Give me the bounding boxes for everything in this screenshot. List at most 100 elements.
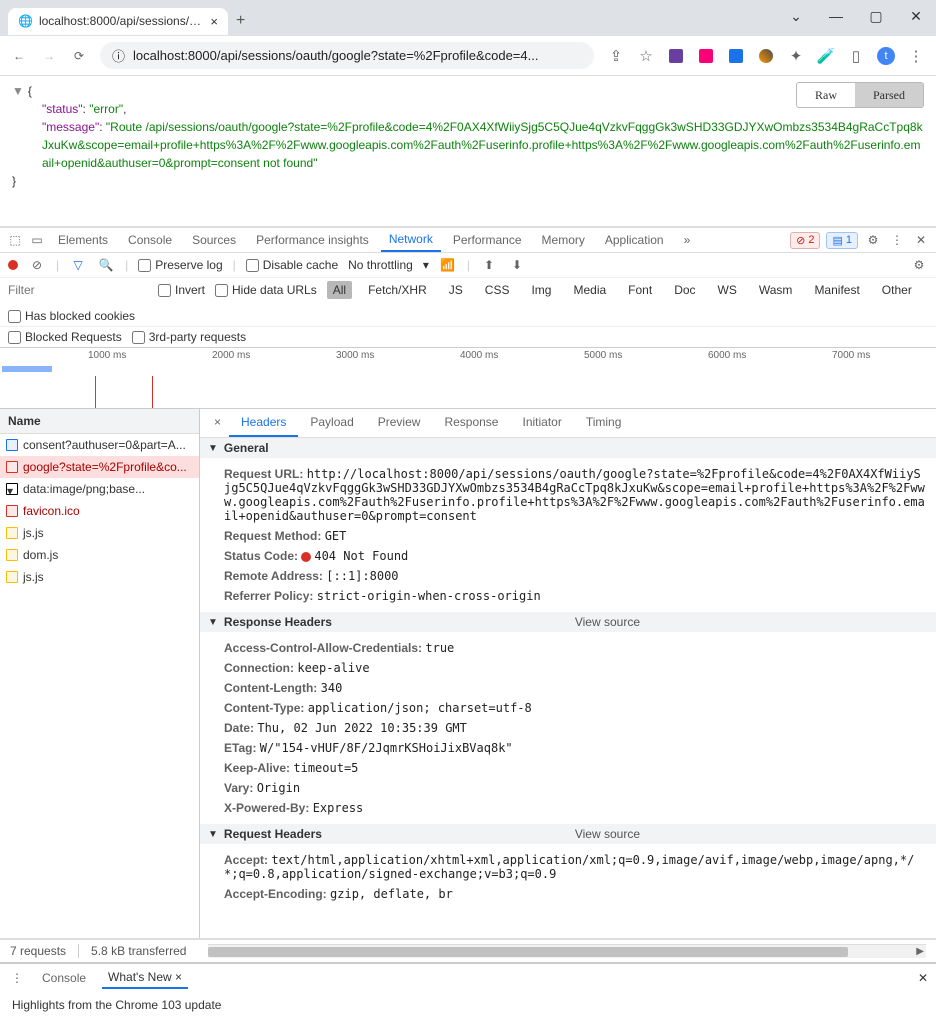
search-icon[interactable]: 🔍 xyxy=(97,256,115,274)
timeline[interactable]: 1000 ms 2000 ms 3000 ms 4000 ms 5000 ms … xyxy=(0,347,936,409)
close-devtools-icon[interactable]: ✕ xyxy=(912,231,930,249)
request-list-header[interactable]: Name xyxy=(0,409,199,434)
filter-other[interactable]: Other xyxy=(876,281,918,299)
inspect-icon[interactable]: ⬚ xyxy=(6,231,24,249)
device-icon[interactable]: ▭ xyxy=(28,231,46,249)
record-button[interactable] xyxy=(8,260,18,270)
filter-fetch-xhr[interactable]: Fetch/XHR xyxy=(362,281,433,299)
drawer-tab-console[interactable]: Console xyxy=(36,968,92,988)
maximize-icon[interactable]: ▢ xyxy=(864,8,888,25)
close-icon[interactable]: ✕ xyxy=(904,8,928,25)
extension-icon[interactable] xyxy=(666,46,686,66)
blocked-requests-checkbox[interactable]: Blocked Requests xyxy=(8,330,122,344)
filter-font[interactable]: Font xyxy=(622,281,658,299)
general-section-header[interactable]: ▼General xyxy=(200,438,936,458)
reload-button[interactable]: ⟳ xyxy=(70,47,88,65)
tab-application[interactable]: Application xyxy=(597,229,672,251)
avatar-icon[interactable]: t xyxy=(876,46,896,66)
extension-icon[interactable] xyxy=(756,46,776,66)
chevron-down-icon[interactable]: ⌄ xyxy=(784,8,808,25)
request-row[interactable]: favicon.ico xyxy=(0,500,199,522)
filter-all[interactable]: All xyxy=(327,281,352,299)
back-button[interactable]: ← xyxy=(10,47,28,65)
filter-input[interactable] xyxy=(8,283,148,297)
request-row[interactable]: js.js xyxy=(0,522,199,544)
filter-manifest[interactable]: Manifest xyxy=(808,281,865,299)
filter-wasm[interactable]: Wasm xyxy=(753,281,799,299)
request-row[interactable]: consent?authuser=0&part=A... xyxy=(0,434,199,456)
invert-checkbox[interactable]: Invert xyxy=(158,283,205,297)
url-field[interactable]: ⓘ localhost:8000/api/sessions/oauth/goog… xyxy=(100,42,594,69)
tab-sources[interactable]: Sources xyxy=(184,229,244,251)
tab-initiator[interactable]: Initiator xyxy=(510,409,573,437)
minimize-icon[interactable]: — xyxy=(824,8,848,25)
throttling-select[interactable]: No throttling xyxy=(348,258,413,272)
tab-memory[interactable]: Memory xyxy=(534,229,593,251)
blocked-cookies-checkbox[interactable]: Has blocked cookies xyxy=(8,309,135,323)
star-icon[interactable]: ☆ xyxy=(636,46,656,66)
gear-icon[interactable]: ⚙ xyxy=(910,256,928,274)
scrollbar-thumb[interactable] xyxy=(208,947,848,957)
tab-preview[interactable]: Preview xyxy=(366,409,433,437)
filter-ws[interactable]: WS xyxy=(712,281,743,299)
close-detail-icon[interactable]: × xyxy=(206,409,229,437)
raw-button[interactable]: Raw xyxy=(797,83,855,107)
view-source-link[interactable]: View source xyxy=(575,827,640,841)
tab-response[interactable]: Response xyxy=(432,409,510,437)
filter-doc[interactable]: Doc xyxy=(668,281,701,299)
request-headers-section-header[interactable]: ▼Request HeadersView source xyxy=(200,824,936,844)
browser-tab[interactable]: 🌐 localhost:8000/api/sessions/oaut × xyxy=(8,8,228,35)
wifi-icon[interactable]: 📶 xyxy=(439,256,457,274)
download-icon[interactable]: ⬇ xyxy=(508,256,526,274)
info-icon[interactable]: ⓘ xyxy=(112,46,125,65)
new-tab-button[interactable]: + xyxy=(236,12,245,30)
tab-more[interactable]: » xyxy=(676,229,699,251)
preserve-log-checkbox[interactable]: Preserve log xyxy=(138,258,222,272)
tab-performance-insights[interactable]: Performance insights xyxy=(248,229,377,251)
tab-network[interactable]: Network xyxy=(381,228,441,252)
extension-icon[interactable] xyxy=(696,46,716,66)
filter-icon[interactable]: ▽ xyxy=(69,256,87,274)
puzzle-icon[interactable]: ✦ xyxy=(786,46,806,66)
request-row[interactable]: dom.js xyxy=(0,544,199,566)
filter-img[interactable]: Img xyxy=(525,281,557,299)
response-headers-section-header[interactable]: ▼Response HeadersView source xyxy=(200,612,936,632)
panel-icon[interactable]: ▯ xyxy=(846,46,866,66)
tab-performance[interactable]: Performance xyxy=(445,229,530,251)
request-row[interactable]: google?state=%2Fprofile&co... xyxy=(0,456,199,478)
horizontal-scrollbar[interactable]: ▶ xyxy=(208,944,926,958)
tab-console[interactable]: Console xyxy=(120,229,180,251)
extension-icon[interactable] xyxy=(726,46,746,66)
request-row[interactable]: ▾data:image/png;base... xyxy=(0,478,199,500)
tab-close-icon[interactable]: × xyxy=(210,14,218,29)
parsed-button[interactable]: Parsed xyxy=(855,83,923,107)
tab-payload[interactable]: Payload xyxy=(298,409,365,437)
tab-elements[interactable]: Elements xyxy=(50,229,116,251)
scroll-right-icon[interactable]: ▶ xyxy=(916,946,924,957)
message-count[interactable]: ▤ 1 xyxy=(826,232,858,249)
tab-headers[interactable]: Headers xyxy=(229,409,298,437)
error-count[interactable]: ⊘ 2 xyxy=(790,232,820,249)
flask-icon[interactable]: 🧪 xyxy=(816,46,836,66)
drawer-menu-icon[interactable]: ⋮ xyxy=(8,969,26,987)
filter-media[interactable]: Media xyxy=(567,281,612,299)
upload-icon[interactable]: ⬆ xyxy=(480,256,498,274)
disable-cache-checkbox[interactable]: Disable cache xyxy=(246,258,338,272)
clear-icon[interactable]: ⊘ xyxy=(28,256,46,274)
view-source-link[interactable]: View source xyxy=(575,615,640,629)
drawer-tab-whats-new[interactable]: What's New × xyxy=(102,967,188,989)
gear-icon[interactable]: ⚙ xyxy=(864,231,882,249)
request-row[interactable]: js.js xyxy=(0,566,199,588)
hide-data-urls-checkbox[interactable]: Hide data URLs xyxy=(215,283,317,297)
filter-js[interactable]: JS xyxy=(443,281,469,299)
third-party-checkbox[interactable]: 3rd-party requests xyxy=(132,330,246,344)
more-icon[interactable]: ⋮ xyxy=(888,231,906,249)
share-icon[interactable]: ⇪ xyxy=(606,46,626,66)
chevron-down-icon[interactable]: ▾ xyxy=(423,258,429,272)
doc-icon xyxy=(6,439,18,451)
collapse-icon[interactable]: ▼ xyxy=(12,84,24,98)
tab-timing[interactable]: Timing xyxy=(574,409,634,437)
close-drawer-icon[interactable]: ✕ xyxy=(918,971,928,985)
menu-icon[interactable]: ⋮ xyxy=(906,46,926,66)
filter-css[interactable]: CSS xyxy=(479,281,516,299)
